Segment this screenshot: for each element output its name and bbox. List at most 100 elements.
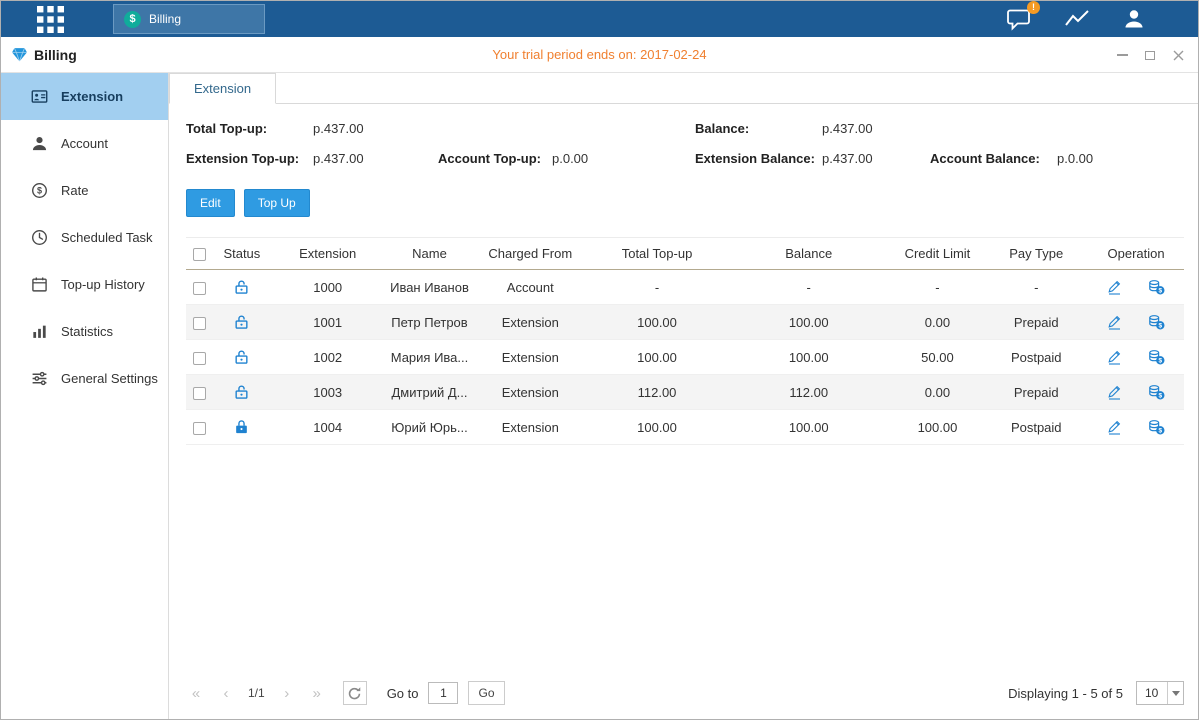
account-icon — [31, 135, 48, 152]
row-checkbox[interactable] — [193, 317, 206, 330]
bar-chart-icon — [31, 323, 48, 340]
tab-extension[interactable]: Extension — [169, 73, 276, 104]
apps-grid-icon[interactable] — [37, 6, 64, 33]
row-checkbox[interactable] — [193, 422, 206, 435]
balance-cell: 100.00 — [727, 340, 891, 375]
next-page-button[interactable]: › — [277, 685, 297, 702]
header-name: Name — [386, 238, 474, 270]
sidebar-item-account[interactable]: Account — [1, 120, 168, 167]
edit-icon[interactable] — [1107, 349, 1122, 365]
edit-icon[interactable] — [1107, 419, 1122, 435]
prev-page-button[interactable]: ‹ — [216, 685, 236, 702]
goto-page-input[interactable] — [428, 682, 458, 704]
pagination-controls: « ‹ 1/1 › » Go to Go — [186, 681, 505, 705]
clock-icon — [31, 229, 48, 246]
unlocked-icon[interactable] — [234, 349, 249, 365]
header-total-topup: Total Top-up — [587, 238, 727, 270]
topup-icon[interactable]: $ — [1148, 419, 1165, 435]
account-topup-value: p.0.00 — [552, 151, 588, 166]
edit-icon[interactable] — [1107, 384, 1122, 400]
balance-label: Balance: — [695, 121, 822, 136]
last-page-button[interactable]: » — [307, 685, 327, 702]
sidebar-item-rate[interactable]: $ Rate — [1, 167, 168, 214]
user-icon[interactable] — [1122, 7, 1146, 31]
extension-topup-pair: Extension Top-up: p.437.00 — [186, 151, 438, 166]
action-buttons: Edit Top Up — [186, 189, 1184, 217]
account-balance-label: Account Balance: — [930, 151, 1057, 166]
balance-cell: 100.00 — [727, 410, 891, 445]
unlocked-icon[interactable] — [234, 384, 249, 400]
minimize-icon — [1117, 54, 1128, 56]
svg-text:$: $ — [37, 186, 42, 196]
chat-icon[interactable]: ! — [1006, 8, 1032, 31]
charged-from-cell: Extension — [473, 410, 587, 445]
extension-cell: 1001 — [270, 305, 386, 340]
billing-tab-label: Billing — [149, 12, 181, 26]
refresh-button[interactable] — [343, 681, 367, 705]
table-row: 1002 Мария Ива... Extension 100.00 100.0… — [186, 340, 1184, 375]
sidebar-item-extension[interactable]: Extension — [1, 73, 168, 120]
table-row: 1004 Юрий Юрь... Extension 100.00 100.00… — [186, 410, 1184, 445]
header-pay-type: Pay Type — [984, 238, 1088, 270]
account-topup-label: Account Top-up: — [438, 151, 552, 166]
total-topup-value: p.437.00 — [313, 121, 364, 136]
topup-icon[interactable]: $ — [1148, 384, 1165, 400]
page-info: 1/1 — [248, 686, 265, 700]
row-checkbox[interactable] — [193, 387, 206, 400]
topup-icon[interactable]: $ — [1148, 314, 1165, 330]
row-checkbox[interactable] — [193, 282, 206, 295]
credit-limit-cell: 50.00 — [891, 340, 985, 375]
edit-icon[interactable] — [1107, 279, 1122, 295]
calendar-icon — [31, 276, 48, 293]
page-size-select[interactable]: 10 — [1136, 681, 1184, 705]
statistics-chart-icon[interactable] — [1064, 8, 1090, 30]
sidebar-item-label: Top-up History — [61, 277, 145, 292]
total-topup-cell: 100.00 — [587, 305, 727, 340]
table-body: 1000 Иван Иванов Account - - - - — [186, 270, 1184, 445]
top-up-button[interactable]: Top Up — [244, 189, 310, 217]
table-row: 1003 Дмитрий Д... Extension 112.00 112.0… — [186, 375, 1184, 410]
goto-label: Go to — [387, 686, 419, 701]
svg-text:$: $ — [1158, 428, 1162, 435]
billing-app-tab[interactable]: $ Billing — [113, 4, 265, 34]
sidebar-item-label: General Settings — [61, 371, 158, 386]
header-extension: Extension — [270, 238, 386, 270]
topup-icon[interactable]: $ — [1148, 279, 1165, 295]
balance-cell: 112.00 — [727, 375, 891, 410]
row-checkbox[interactable] — [193, 352, 206, 365]
close-button[interactable] — [1172, 49, 1184, 61]
title-bar: Billing Your trial period ends on: 2017-… — [1, 37, 1198, 73]
trial-notice: Your trial period ends on: 2017-02-24 — [1, 47, 1198, 62]
edit-button[interactable]: Edit — [186, 189, 235, 217]
minimize-button[interactable] — [1116, 49, 1128, 61]
charged-from-cell: Extension — [473, 375, 587, 410]
extension-cell: 1000 — [270, 270, 386, 305]
unlocked-icon[interactable] — [234, 279, 249, 295]
total-topup-cell: - — [587, 270, 727, 305]
locked-icon[interactable] — [234, 419, 249, 435]
header-status: Status — [214, 238, 270, 270]
select-all-checkbox[interactable] — [193, 248, 206, 261]
extension-table: Status Extension Name Charged From Total… — [186, 237, 1184, 445]
maximize-button[interactable] — [1144, 49, 1156, 61]
sidebar-item-topup-history[interactable]: Top-up History — [1, 261, 168, 308]
sidebar: Extension Account $ Rate Scheduled Task — [1, 73, 169, 719]
credit-limit-cell: 0.00 — [891, 305, 985, 340]
extension-cell: 1002 — [270, 340, 386, 375]
go-button[interactable]: Go — [468, 681, 504, 705]
dollar-badge-icon: $ — [124, 11, 141, 28]
refresh-icon — [347, 686, 362, 701]
edit-icon[interactable] — [1107, 314, 1122, 330]
header-credit-limit: Credit Limit — [891, 238, 985, 270]
total-topup-cell: 112.00 — [587, 375, 727, 410]
page-size-value: 10 — [1145, 686, 1158, 700]
sidebar-item-statistics[interactable]: Statistics — [1, 308, 168, 355]
displaying-text: Displaying 1 - 5 of 5 — [1008, 686, 1123, 701]
svg-text:$: $ — [1158, 288, 1162, 295]
first-page-button[interactable]: « — [186, 685, 206, 702]
unlocked-icon[interactable] — [234, 314, 249, 330]
sidebar-item-general-settings[interactable]: General Settings — [1, 355, 168, 402]
account-topup-pair: Account Top-up: p.0.00 — [438, 151, 695, 166]
topup-icon[interactable]: $ — [1148, 349, 1165, 365]
sidebar-item-scheduled-task[interactable]: Scheduled Task — [1, 214, 168, 261]
